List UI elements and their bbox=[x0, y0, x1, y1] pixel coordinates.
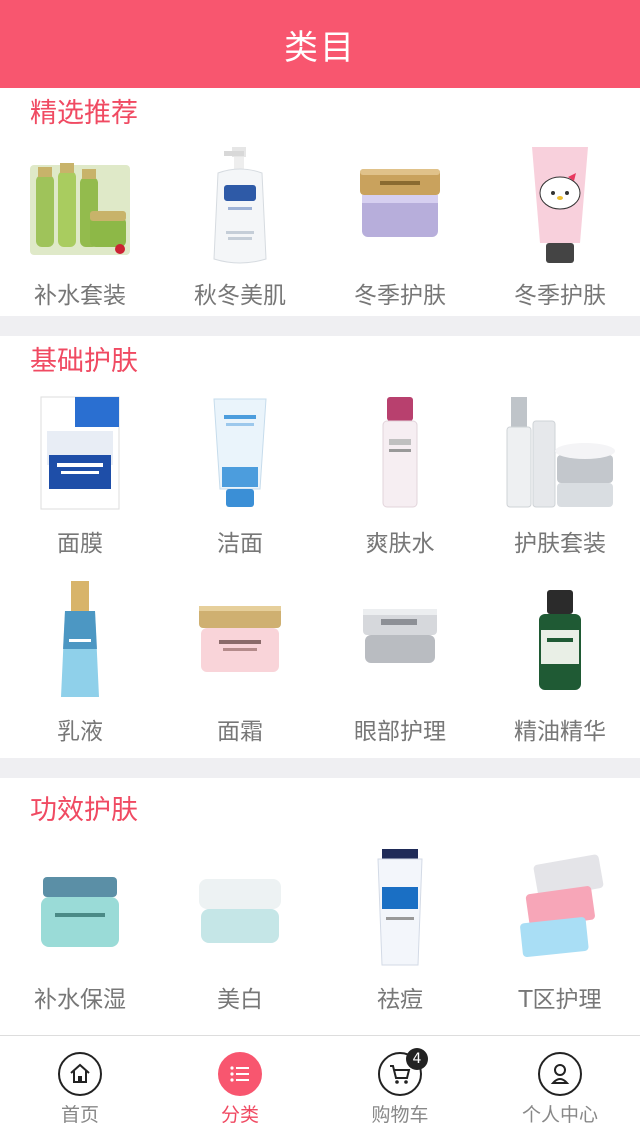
category-label: 精油精华 bbox=[514, 719, 606, 745]
whitening-cream-jar-image bbox=[165, 844, 315, 974]
hand-cream-tube-image bbox=[485, 140, 635, 270]
tab-cart[interactable]: 4 购物车 bbox=[320, 1036, 480, 1136]
category-item[interactable]: 爽肤水 bbox=[320, 388, 480, 558]
tab-label: 个人中心 bbox=[521, 1104, 598, 1126]
tab-label: 分类 bbox=[220, 1104, 259, 1126]
category-item[interactable]: 眼部护理 bbox=[320, 576, 480, 746]
section-divider bbox=[0, 316, 640, 336]
list-icon bbox=[218, 1052, 262, 1096]
cream-jar-image bbox=[325, 140, 475, 270]
cart-badge: 4 bbox=[406, 1048, 428, 1070]
page-title: 类目 bbox=[284, 27, 356, 68]
moisturizer-jar-image bbox=[5, 844, 155, 974]
category-content[interactable]: 精选推荐 补水套装 秋冬美肌 冬季护肤 冬季护肤 基础护肤 面膜 洁面 爽肤水 … bbox=[0, 88, 640, 1036]
green-skincare-set-image bbox=[5, 140, 155, 270]
nose-strips-image bbox=[485, 844, 635, 974]
category-item[interactable]: 秋冬美肌 bbox=[160, 140, 320, 310]
face-cream-jar-image bbox=[165, 576, 315, 706]
tab-label: 购物车 bbox=[371, 1104, 429, 1126]
category-label: 乳液 bbox=[57, 719, 103, 745]
category-item[interactable]: 冬季护肤 bbox=[480, 140, 640, 310]
tab-bar: 首页 分类 4 购物车 个人中心 bbox=[0, 1035, 640, 1136]
category-item[interactable]: 面膜 bbox=[0, 388, 160, 558]
acne-tube-image bbox=[325, 844, 475, 974]
category-label: 面霜 bbox=[217, 719, 263, 745]
category-item[interactable]: 洁面 bbox=[160, 388, 320, 558]
tab-home[interactable]: 首页 bbox=[0, 1036, 160, 1136]
category-label: 补水保湿 bbox=[34, 987, 126, 1013]
category-item[interactable]: 祛痘 bbox=[320, 844, 480, 1014]
essential-oil-bottle-image bbox=[485, 576, 635, 706]
category-label: 眼部护理 bbox=[354, 719, 446, 745]
category-label: T区护理 bbox=[518, 987, 602, 1013]
tab-category[interactable]: 分类 bbox=[160, 1036, 320, 1136]
category-item[interactable]: 冬季护肤 bbox=[320, 140, 480, 310]
category-item[interactable]: T区护理 bbox=[480, 844, 640, 1014]
category-item[interactable]: 补水保湿 bbox=[0, 844, 160, 1014]
toner-bottle-image bbox=[325, 388, 475, 518]
eye-cream-jar-image bbox=[325, 576, 475, 706]
category-item[interactable]: 精油精华 bbox=[480, 576, 640, 746]
cleanser-tube-image bbox=[165, 388, 315, 518]
category-label: 祛痘 bbox=[377, 987, 423, 1013]
category-label: 补水套装 bbox=[34, 283, 126, 309]
tab-label: 首页 bbox=[60, 1104, 99, 1126]
category-label: 洁面 bbox=[217, 531, 263, 557]
category-item[interactable]: 乳液 bbox=[0, 576, 160, 746]
user-icon bbox=[538, 1052, 582, 1096]
face-mask-image bbox=[5, 388, 155, 518]
lotion-bottle-image bbox=[5, 576, 155, 706]
category-label: 爽肤水 bbox=[365, 531, 435, 557]
home-icon bbox=[58, 1052, 102, 1096]
skincare-set-image bbox=[485, 388, 635, 518]
section-title: 基础护肤 bbox=[30, 346, 138, 377]
cart-icon: 4 bbox=[378, 1048, 428, 1096]
section-title: 功效护肤 bbox=[30, 795, 138, 826]
section-divider bbox=[0, 758, 640, 778]
pump-bottle-image bbox=[165, 140, 315, 270]
section-title: 精选推荐 bbox=[30, 98, 138, 129]
category-item[interactable]: 护肤套装 bbox=[480, 388, 640, 558]
category-label: 美白 bbox=[217, 987, 263, 1013]
tab-profile[interactable]: 个人中心 bbox=[480, 1036, 640, 1136]
category-label: 冬季护肤 bbox=[514, 283, 606, 309]
category-label: 秋冬美肌 bbox=[194, 283, 286, 309]
category-item[interactable]: 美白 bbox=[160, 844, 320, 1014]
page-header: 类目 bbox=[0, 0, 640, 88]
category-label: 护肤套装 bbox=[514, 531, 606, 557]
category-item[interactable]: 补水套装 bbox=[0, 140, 160, 310]
category-item[interactable]: 面霜 bbox=[160, 576, 320, 746]
category-label: 面膜 bbox=[57, 531, 103, 557]
section-function-skincare: 功效护肤 补水保湿 美白 祛痘 T区护理 bbox=[0, 778, 640, 1014]
section-featured: 精选推荐 补水套装 秋冬美肌 冬季护肤 冬季护肤 bbox=[0, 88, 640, 316]
section-basic-skincare: 基础护肤 面膜 洁面 爽肤水 护肤套装 乳液 面霜 眼部护理 精油精华 bbox=[0, 336, 640, 758]
category-label: 冬季护肤 bbox=[354, 283, 446, 309]
